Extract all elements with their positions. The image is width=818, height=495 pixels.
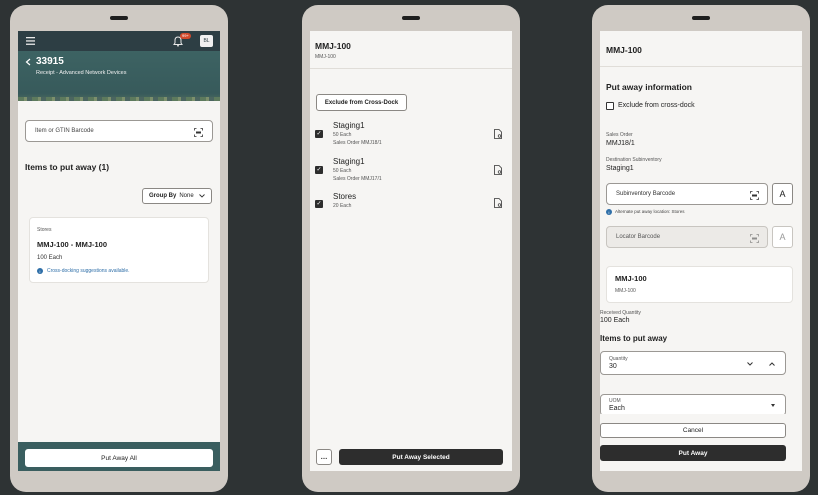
uom-value: Each: [609, 405, 625, 412]
row-qty: 20 Each: [333, 203, 352, 209]
header-decoration: [18, 97, 220, 101]
locator-barcode-input[interactable]: Locator Barcode: [606, 226, 768, 248]
item-card: MMJ-100 MMJ-100: [606, 266, 793, 303]
item-header: MMJ-100: [600, 31, 802, 67]
row-name: Stores: [333, 192, 357, 201]
row-name: Staging1: [333, 121, 365, 130]
item-card-subtitle: MMJ-100: [615, 288, 636, 294]
group-by-label: Group By: [149, 193, 177, 199]
item-title: MMJ-100: [606, 45, 642, 55]
document-settings-icon[interactable]: [493, 164, 503, 175]
screen-put-away-info: MMJ-100 Put away information Exclude fro…: [600, 31, 802, 471]
caret-down-icon: [771, 404, 775, 407]
row-name: Staging1: [333, 157, 365, 166]
page-title: 33915: [36, 56, 64, 67]
barcode-scan-icon[interactable]: [192, 126, 204, 138]
chevron-down-icon[interactable]: [745, 360, 754, 368]
uom-label: UOM: [609, 398, 621, 404]
put-away-button[interactable]: Put Away: [600, 445, 786, 461]
subinventory-placeholder: Subinventory Barcode: [616, 191, 676, 197]
quantity-value: 30: [609, 363, 617, 370]
quantity-stepper[interactable]: Quantity 30: [600, 351, 786, 375]
exclude-checkbox[interactable]: [606, 102, 614, 110]
alternate-location-text: Alternate put away location: Stores: [615, 209, 685, 214]
card-quantity: 100 Each: [37, 255, 63, 261]
row-order: Sales Order MMJ17/1: [333, 176, 382, 182]
list-item[interactable]: ✓ Staging1 50 Each Sales Order MMJ18/1: [315, 121, 507, 153]
info-icon: i: [606, 209, 612, 215]
list-item[interactable]: ✓ Stores 20 Each: [315, 192, 507, 214]
row-qty: 50 Each: [333, 132, 352, 138]
checkbox-checked[interactable]: ✓: [315, 166, 323, 174]
page-subtitle: Receipt - Advanced Network Devices: [36, 70, 127, 76]
locator-placeholder: Locator Barcode: [616, 234, 661, 240]
item-title: MMJ-100: [315, 41, 351, 51]
sales-order-value: MMJ18/1: [606, 140, 635, 147]
put-away-all-button[interactable]: Put Away All: [25, 449, 213, 467]
row-qty: 50 Each: [333, 168, 352, 174]
checkbox-checked[interactable]: ✓: [315, 130, 323, 138]
hamburger-menu-icon[interactable]: [24, 36, 36, 46]
subinventory-barcode-input[interactable]: Subinventory Barcode: [606, 183, 768, 205]
group-by-value: None: [179, 193, 194, 199]
checkbox-checked[interactable]: ✓: [315, 200, 323, 208]
group-by-dropdown[interactable]: Group By None: [142, 188, 212, 204]
document-settings-icon[interactable]: [493, 197, 503, 208]
chevron-down-icon: [198, 194, 205, 198]
section-title: Put away information: [606, 82, 692, 92]
item-header: MMJ-100 MMJ-100: [310, 31, 512, 69]
barcode-scan-icon[interactable]: [748, 189, 760, 201]
exclude-label: Exclude from cross-dock: [618, 102, 695, 109]
text-search-icon: A: [779, 189, 786, 199]
item-barcode-placeholder: Item or GTIN Barcode: [35, 128, 94, 134]
subinventory-lookup-button[interactable]: A: [772, 183, 793, 205]
phone-speaker: [402, 16, 420, 20]
chevron-up-icon[interactable]: [767, 360, 776, 368]
received-quantity-label: Received Quantity: [600, 310, 641, 316]
more-actions-button[interactable]: …: [316, 449, 332, 465]
card-location: Stores: [37, 227, 52, 233]
cancel-button[interactable]: Cancel: [600, 423, 786, 438]
info-icon: i: [37, 268, 43, 274]
avatar[interactable]: BL: [200, 35, 213, 47]
uom-select[interactable]: UOM Each: [600, 394, 786, 416]
item-card-title: MMJ-100: [615, 274, 647, 283]
phone-frame-2: MMJ-100 MMJ-100 Exclude from Cross-Dock …: [302, 5, 520, 492]
put-away-item-card[interactable]: Stores MMJ-100 - MMJ-100 100 Each i Cros…: [29, 217, 209, 283]
section-title: Items to put away (1): [25, 162, 110, 172]
locator-lookup-button: A: [772, 226, 793, 248]
phone-frame-1: 99+ BL 33915 Receipt - Advanced Network …: [10, 5, 228, 492]
document-settings-icon[interactable]: [493, 128, 503, 139]
notification-badge: 99+: [180, 33, 191, 39]
row-order: Sales Order MMJ18/1: [333, 140, 382, 146]
app-top-bar: 99+ BL: [18, 31, 220, 51]
exclude-cross-dock-button[interactable]: Exclude from Cross-Dock: [316, 94, 407, 111]
sales-order-label: Sales Order: [606, 132, 633, 138]
phone-speaker: [110, 16, 128, 20]
text-search-icon: A: [779, 232, 786, 242]
item-subtitle: MMJ-100: [315, 54, 336, 60]
screen-cross-dock: MMJ-100 MMJ-100 Exclude from Cross-Dock …: [310, 31, 512, 471]
destination-label: Destination Subinventory: [606, 157, 662, 163]
item-barcode-input[interactable]: Item or GTIN Barcode: [25, 120, 213, 142]
card-info-text: Cross-docking suggestions available.: [47, 268, 130, 274]
receipt-header: 33915 Receipt - Advanced Network Devices: [18, 51, 220, 101]
received-quantity-value: 100 Each: [600, 317, 630, 324]
phone-frame-3: MMJ-100 Put away information Exclude fro…: [592, 5, 810, 492]
barcode-scan-icon: [748, 232, 760, 244]
put-away-selected-button[interactable]: Put Away Selected: [339, 449, 503, 465]
list-item[interactable]: ✓ Staging1 50 Each Sales Order MMJ17/1: [315, 157, 507, 189]
items-to-put-away-title: Items to put away: [600, 334, 668, 343]
card-item: MMJ-100 - MMJ-100: [37, 240, 108, 249]
back-arrow-icon[interactable]: [23, 57, 33, 67]
screen-receipt: 99+ BL 33915 Receipt - Advanced Network …: [18, 31, 220, 471]
destination-value: Staging1: [606, 165, 634, 172]
phone-speaker: [692, 16, 710, 20]
quantity-label: Quantity: [609, 356, 628, 362]
